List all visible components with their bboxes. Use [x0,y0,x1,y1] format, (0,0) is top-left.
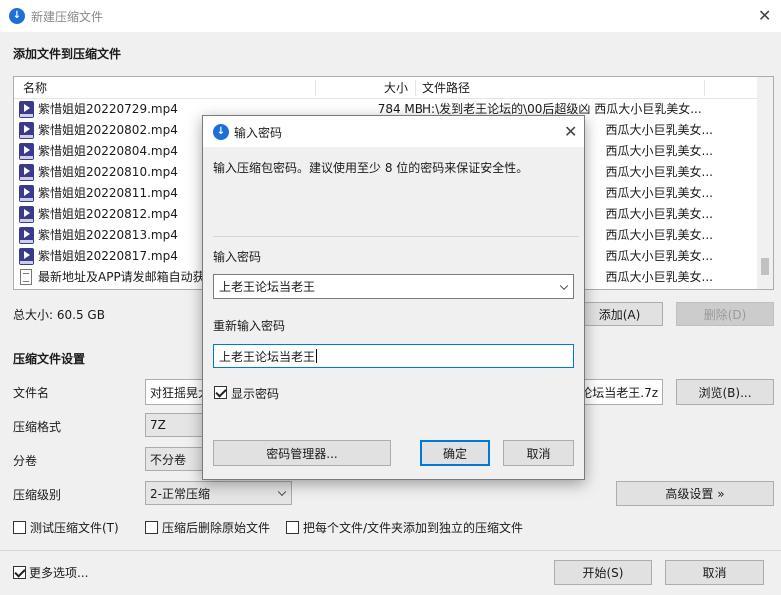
filename-label: 文件名 [13,386,50,400]
title-bar: ↓ 新建压缩文件 ✕ [0,0,781,32]
separate-archives-label[interactable]: 把每个文件/文件夹添加到独立的压缩文件 [303,519,523,536]
file-name-cell: 紫惜姐姐20220812.mp4 [38,207,178,221]
mp4-file-icon [19,248,34,265]
file-name-cell: 紫惜姐姐20220813.mp4 [38,228,178,242]
file-name-cell: 紫惜姐姐20220804.mp4 [38,144,178,158]
app-logo-icon: ↓ [213,124,229,140]
file-path-cell: 西瓜大小巨乳美女... [605,270,713,284]
format-value: 7Z [150,418,166,432]
delete-after-checkbox[interactable] [145,521,158,534]
more-options-checkbox[interactable] [13,566,26,579]
split-value: 不分卷 [150,452,187,467]
close-icon[interactable]: ✕ [758,8,771,24]
file-name-cell: 紫惜姐姐20220810.mp4 [38,165,178,179]
file-name-cell: 紫惜姐姐20220802.mp4 [38,123,178,137]
mp4-file-icon [19,122,34,139]
level-select[interactable]: 2-正常压缩 [145,481,292,505]
file-path-cell: 西瓜大小巨乳美女... [605,144,713,158]
password-label: 输入密码 [213,250,262,264]
file-path-cell: 西瓜大小巨乳美女... [605,249,713,263]
level-label: 压缩级别 [13,488,62,502]
window-title: 新建压缩文件 [31,10,104,24]
mp4-file-icon [19,101,34,118]
file-list-scrollbar[interactable] [757,77,773,289]
add-files-section-title: 添加文件到压缩文件 [13,47,122,61]
format-label: 压缩格式 [13,420,62,434]
mp4-file-icon [19,143,34,160]
chevron-down-icon[interactable] [559,281,569,290]
column-header-size[interactable]: 大小 [378,77,414,99]
more-options-label[interactable]: 更多选项... [29,564,88,581]
browse-button[interactable]: 浏览(B)... [676,379,774,405]
test-archive-checkbox[interactable] [13,521,26,534]
dialog-divider [213,236,579,237]
file-name-cell: 紫惜姐姐20220817.mp4 [38,249,178,263]
confirm-password-input[interactable]: 上老王论坛当老王 [213,344,574,368]
confirm-password-label: 重新输入密码 [213,319,286,333]
start-button[interactable]: 开始(S) [554,560,652,585]
dialog-title-bar: ↓ 输入密码 ✕ [203,116,584,147]
mp4-file-icon [19,185,34,202]
chevron-down-icon [277,487,287,497]
dialog-close-icon[interactable]: ✕ [564,124,577,140]
file-name-cell: 紫惜姐姐20220811.mp4 [38,186,178,200]
password-value: 上老王论坛当老王 [219,280,316,294]
file-path-cell: 西瓜大小巨乳美女... [605,186,713,200]
file-path-cell: 西瓜大小巨乳美女... [605,123,713,137]
split-label: 分卷 [13,454,38,468]
mp4-file-icon [19,164,34,181]
dialog-cancel-button[interactable]: 取消 [503,440,574,466]
file-list-header: 名称 大小 文件路径 [14,77,773,99]
settings-section-title: 压缩文件设置 [13,352,86,366]
delete-after-label[interactable]: 压缩后删除原始文件 [162,519,270,536]
test-archive-label[interactable]: 测试压缩文件(T) [30,519,119,536]
app-logo-icon: ↓ [9,8,25,24]
cancel-button[interactable]: 取消 [665,560,764,585]
filename-value-end: 论坛当老王.7z [580,385,658,400]
level-value: 2-正常压缩 [150,486,210,501]
file-path-cell: 西瓜大小巨乳美女... [605,207,713,221]
bottom-divider [0,550,781,551]
ok-button[interactable]: 确定 [420,440,490,466]
advanced-settings-button[interactable]: 高级设置 » [616,481,774,506]
file-path-cell: 西瓜大小巨乳美女... [605,228,713,242]
mp4-file-icon [19,227,34,244]
dialog-description: 输入压缩包密码。建议使用至少 8 位的密码来保证安全性。 [213,161,529,175]
mp4-file-icon [19,206,34,223]
scrollbar-thumb[interactable] [761,258,769,275]
dialog-title: 输入密码 [234,126,283,140]
add-button[interactable]: 添加(A) [576,302,663,326]
file-name-cell: 紫惜姐姐20220729.mp4 [38,102,178,116]
file-name-cell: 最新地址及APP请发邮箱自动获 [38,270,205,284]
column-header-name[interactable]: 名称 [17,77,53,99]
separate-archives-checkbox[interactable] [286,521,299,534]
show-password-checkbox[interactable] [214,386,227,399]
text-file-icon [20,269,32,285]
file-path-cell: 西瓜大小巨乳美女... [605,165,713,179]
total-size-label: 总大小: 60.5 GB [13,308,105,322]
password-dialog: ↓ 输入密码 ✕ 输入压缩包密码。建议使用至少 8 位的密码来保证安全性。 输入… [202,115,585,480]
delete-button[interactable]: 删除(D) [676,302,774,326]
password-input[interactable]: 上老王论坛当老王 [213,274,574,299]
confirm-password-value: 上老王论坛当老王 [219,349,316,364]
password-manager-button[interactable]: 密码管理器... [213,440,391,466]
show-password-label[interactable]: 显示密码 [231,385,279,402]
column-header-path[interactable]: 文件路径 [416,77,476,99]
